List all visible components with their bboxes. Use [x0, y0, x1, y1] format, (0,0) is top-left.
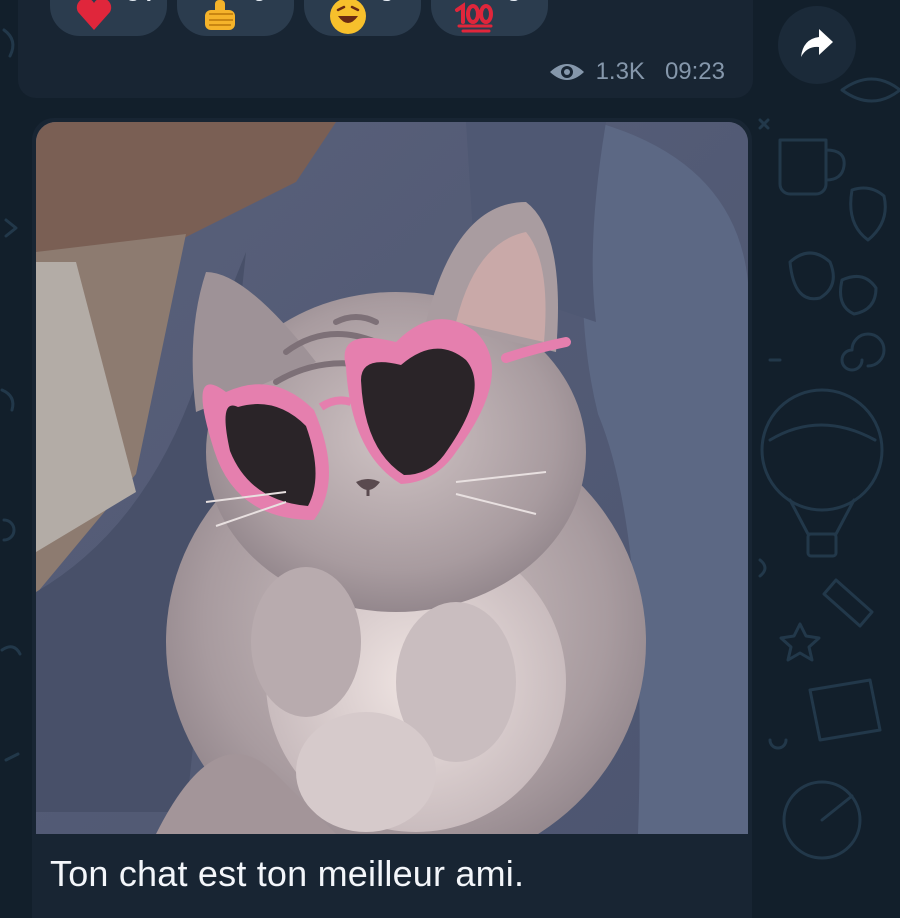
message-photo[interactable] — [36, 122, 748, 834]
reaction-thumbs-up[interactable]: 9 — [177, 0, 294, 36]
photo-message-bubble: Ton chat est ton meilleur ami. — [32, 118, 752, 918]
eye-icon — [548, 59, 586, 85]
heart-emoji-icon — [72, 0, 116, 36]
forward-button[interactable] — [778, 6, 856, 84]
photo-caption: Ton chat est ton meilleur ami. — [50, 853, 525, 894]
reactions-bar: 34 9 8 — [50, 0, 548, 36]
message-meta: 1.3K 09:23 — [548, 58, 725, 86]
view-count: 1.3K — [595, 58, 645, 85]
thumbs-up-emoji-icon — [199, 0, 243, 36]
reaction-laughing[interactable]: 8 — [304, 0, 421, 36]
forward-arrow-icon — [799, 27, 835, 64]
reaction-count: 34 — [126, 0, 153, 8]
laughing-emoji-icon — [326, 0, 370, 36]
message-time: 09:23 — [664, 58, 725, 85]
hundred-emoji-icon — [453, 0, 497, 36]
reaction-count: 8 — [507, 0, 520, 8]
reaction-hundred[interactable]: 8 — [431, 0, 548, 36]
reaction-heart[interactable]: 34 — [50, 0, 167, 36]
reaction-count: 8 — [380, 0, 393, 8]
reaction-count: 9 — [253, 0, 266, 8]
previous-message-bubble: 34 9 8 — [18, 0, 753, 98]
